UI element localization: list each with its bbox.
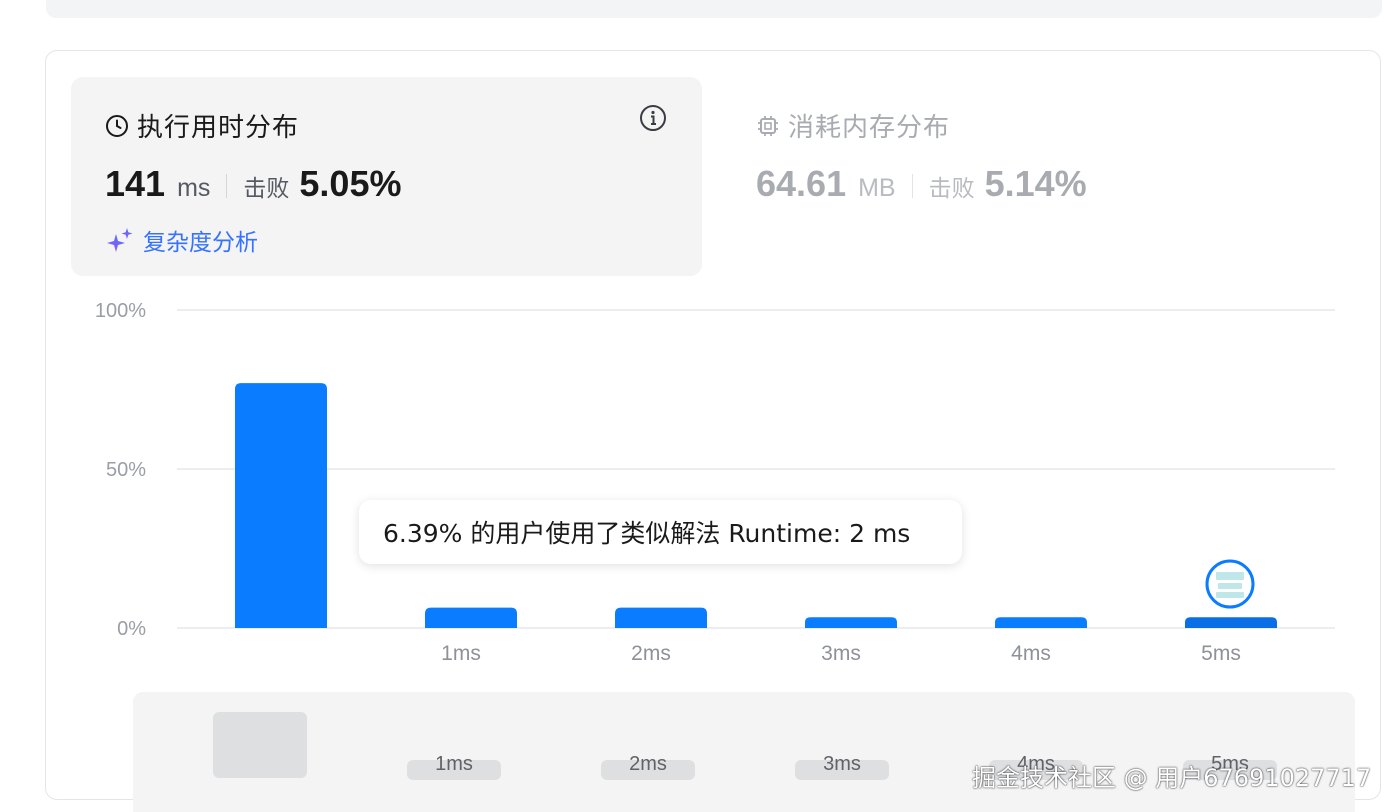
chart-bar[interactable] <box>235 383 327 628</box>
tooltip-text: 6.39% 的用户使用了类似解法 Runtime: 2 ms <box>383 519 911 548</box>
x-tick-label: 3ms <box>821 642 861 665</box>
chart-bar[interactable] <box>615 607 707 628</box>
user-avatar-icon-part <box>1216 592 1244 598</box>
chart-bar[interactable] <box>425 607 517 628</box>
user-avatar-icon-part <box>1218 583 1242 589</box>
chart-bar[interactable] <box>995 617 1087 628</box>
x-tick-label: 4ms <box>1011 642 1051 665</box>
x-tick-label: 5ms <box>1201 642 1241 665</box>
chart-bar[interactable] <box>1185 617 1277 628</box>
y-tick-label: 0% <box>117 618 146 640</box>
user-avatar-icon-part <box>1216 572 1244 580</box>
runtime-distribution-chart[interactable]: 100% 50% 0% 1ms 2ms 3ms 4ms 5ms <box>0 0 1384 690</box>
y-tick-label: 50% <box>106 459 146 481</box>
x-tick-label: 1ms <box>441 642 481 665</box>
watermark: 掘金技术社区 @ 用户67691027717 <box>972 764 1372 792</box>
y-tick-label: 100% <box>95 300 146 322</box>
chart-bar[interactable] <box>805 617 897 628</box>
chart-tooltip: 6.39% 的用户使用了类似解法 Runtime: 2 ms <box>359 500 962 564</box>
chart-navigator[interactable] <box>133 692 1355 812</box>
x-tick-label: 2ms <box>631 642 671 665</box>
